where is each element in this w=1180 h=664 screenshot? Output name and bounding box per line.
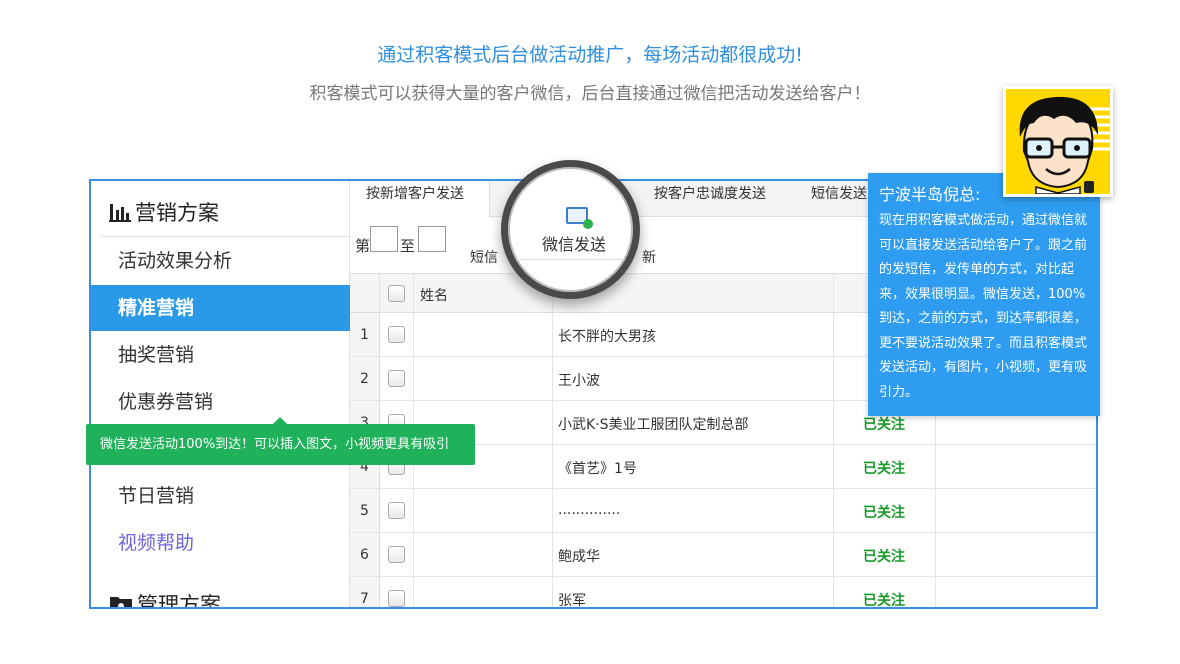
row-number: 2 bbox=[350, 357, 380, 400]
table-row[interactable]: 5 .............. 已关注 bbox=[350, 489, 1096, 533]
sidebar-item-coupon-marketing[interactable]: 优惠券营销 bbox=[91, 379, 350, 425]
tab-loyalty[interactable]: 按客户忠诚度发送 bbox=[638, 181, 782, 217]
column-divider bbox=[833, 445, 834, 488]
range-to-label: 至 bbox=[400, 237, 416, 255]
column-divider bbox=[413, 577, 414, 607]
select-all-checkbox[interactable] bbox=[388, 285, 405, 302]
promo-stage: 通过积客模式后台做活动推广，每场活动都很成功! 积客模式可以获得大量的客户微信，… bbox=[0, 0, 1180, 664]
sidebar-item-lottery-marketing[interactable]: 抽奖营销 bbox=[91, 332, 350, 378]
column-divider bbox=[552, 533, 553, 576]
row-number: 5 bbox=[350, 489, 380, 532]
row-checkbox[interactable] bbox=[388, 590, 405, 607]
sidebar: 营销方案 活动效果分析 精准营销 抽奖营销 优惠券营销 节日营销 视频帮助 管理… bbox=[91, 181, 350, 609]
cell-name: 小武K·S美业工服团队定制总部 bbox=[558, 417, 749, 433]
tab-new-customers[interactable]: 按新增客户发送 bbox=[350, 181, 490, 218]
cell-name: 长不胖的大男孩 bbox=[558, 329, 656, 345]
column-divider bbox=[413, 313, 414, 356]
row-checkbox[interactable] bbox=[388, 370, 405, 387]
column-divider bbox=[935, 489, 936, 532]
header-name: 姓名 bbox=[420, 288, 448, 304]
column-divider bbox=[413, 357, 414, 400]
cell-status: 已关注 bbox=[863, 549, 905, 565]
magnifier-lens: 微信发送 bbox=[501, 160, 640, 299]
testimonial-author: 宁波半岛倪总: bbox=[879, 185, 981, 204]
row-checkbox[interactable] bbox=[388, 546, 405, 563]
headline: 通过积客模式后台做活动推广，每场活动都很成功! bbox=[377, 44, 803, 66]
column-divider bbox=[833, 577, 834, 607]
column-divider bbox=[833, 274, 834, 312]
folder-icon bbox=[110, 597, 132, 607]
sidebar-item-holiday-marketing[interactable]: 节日营销 bbox=[91, 473, 350, 519]
column-divider bbox=[413, 489, 414, 532]
sidebar-item-video-help[interactable]: 视频帮助 bbox=[91, 520, 350, 566]
column-divider bbox=[833, 357, 834, 400]
range-to-input[interactable] bbox=[418, 226, 446, 252]
divider bbox=[101, 236, 350, 237]
row-checkbox[interactable] bbox=[388, 502, 405, 519]
cell-name: 张军 bbox=[558, 593, 586, 609]
cell-name: 《首艺》1号 bbox=[558, 461, 637, 477]
column-divider bbox=[413, 274, 414, 312]
cell-status: 已关注 bbox=[863, 417, 905, 433]
wechat-send-button[interactable]: 微信发送 bbox=[542, 231, 606, 255]
column-divider bbox=[833, 533, 834, 576]
cell-status: 已关注 bbox=[863, 461, 905, 477]
divider bbox=[508, 259, 633, 260]
column-divider bbox=[552, 357, 553, 400]
column-divider bbox=[935, 533, 936, 576]
row-number: 1 bbox=[350, 313, 380, 356]
wechat-feature-tooltip: 微信发送活动100%到达！可以插入图文，小视频更具有吸引力！ bbox=[86, 417, 475, 493]
column-divider bbox=[935, 577, 936, 607]
cell-name: 王小波 bbox=[558, 373, 600, 389]
wechat-send-icon bbox=[566, 207, 593, 229]
range-from-label: 第 bbox=[355, 237, 371, 255]
refresh-button-label[interactable]: 新 bbox=[642, 247, 656, 267]
cartoon-face-icon bbox=[1006, 89, 1110, 194]
sms-send-button[interactable]: 短信 bbox=[470, 247, 498, 267]
range-from-input[interactable] bbox=[370, 226, 398, 252]
testimonial-text: 现在用积客模式做活动，通过微信就可以直接发送活动给客户了。跟之前的发短信，发传单… bbox=[879, 213, 1088, 400]
avatar bbox=[1003, 86, 1113, 197]
sidebar-item-precise-marketing[interactable]: 精准营销 bbox=[91, 285, 350, 331]
sidebar-heading-management: 管理方案 bbox=[109, 589, 221, 609]
column-divider bbox=[552, 577, 553, 607]
testimonial-bubble: 宁波半岛倪总: 现在用积客模式做活动，通过微信就可以直接发送活动给客户了。跟之前… bbox=[868, 173, 1100, 416]
table-row[interactable]: 6 鲍成华 已关注 bbox=[350, 533, 1096, 577]
column-divider bbox=[413, 533, 414, 576]
cell-name: 鲍成华 bbox=[558, 549, 600, 565]
column-divider bbox=[552, 445, 553, 488]
column-divider bbox=[552, 313, 553, 356]
cell-status: 已关注 bbox=[863, 593, 905, 609]
cell-name: .............. bbox=[558, 502, 621, 518]
row-checkbox[interactable] bbox=[388, 326, 405, 343]
sidebar-heading2-label: 管理方案 bbox=[137, 593, 221, 609]
column-divider bbox=[833, 401, 834, 444]
sidebar-heading-label: 营销方案 bbox=[135, 201, 219, 225]
column-divider bbox=[552, 489, 553, 532]
column-divider bbox=[833, 313, 834, 356]
header-rownum bbox=[350, 274, 380, 312]
cell-status: 已关注 bbox=[863, 505, 905, 521]
table-row[interactable]: 7 张军 已关注 bbox=[350, 577, 1096, 609]
column-divider bbox=[833, 489, 834, 532]
row-number: 6 bbox=[350, 533, 380, 576]
column-divider bbox=[935, 445, 936, 488]
row-number: 7 bbox=[350, 577, 380, 607]
column-divider bbox=[552, 401, 553, 444]
sidebar-item-effect-analysis[interactable]: 活动效果分析 bbox=[91, 238, 350, 284]
sidebar-heading-marketing: 营销方案 bbox=[109, 197, 219, 227]
bar-chart-icon bbox=[109, 204, 131, 222]
